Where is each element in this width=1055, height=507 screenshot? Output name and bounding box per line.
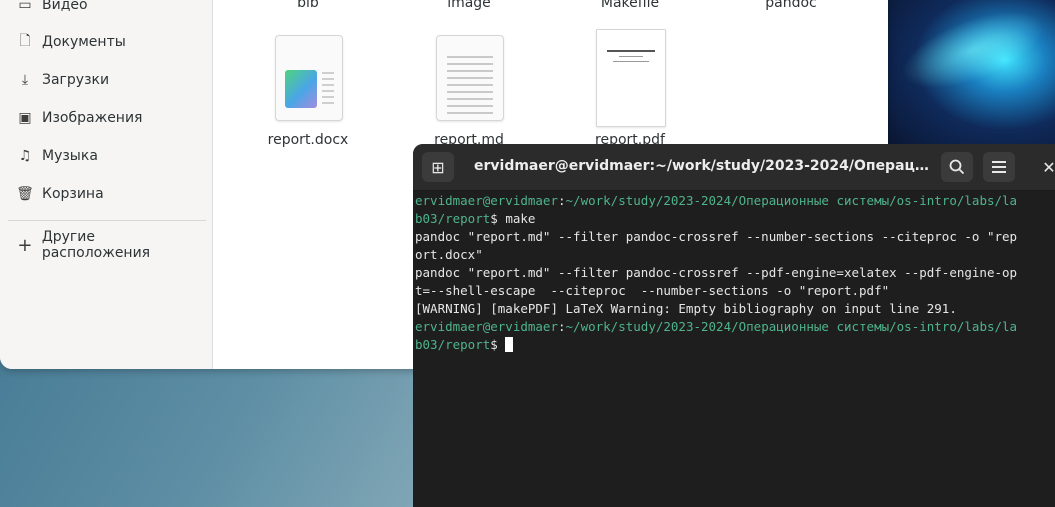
terminal-line: ervidmaer@ervidmaer:~/work/study/2023-20… — [415, 319, 1018, 334]
terminal-line: ort.docx" — [415, 247, 483, 262]
video-icon: ▭ — [18, 0, 32, 13]
terminal-line: t=--shell-escape --citeproc --number-sec… — [415, 283, 890, 298]
sidebar-item-label: Корзина — [42, 186, 104, 202]
terminal-line: b03/report$ — [415, 336, 1055, 354]
docx-image-preview — [285, 70, 317, 108]
sidebar-item-label: Видео — [42, 0, 88, 13]
trash-icon: 🗑 — [16, 186, 34, 202]
terminal-line: [WARNING] [makePDF] LaTeX Warning: Empty… — [415, 301, 957, 316]
sidebar-item-images[interactable]: ▣ Изображения — [16, 104, 206, 132]
music-icon: ♫ — [18, 148, 32, 164]
file-label-pandoc[interactable]: pandoc — [731, 0, 851, 11]
file-label-bib[interactable]: bib — [248, 0, 368, 11]
menu-button[interactable] — [983, 152, 1015, 182]
terminal-window[interactable]: ⊞ ervidmaer@ervidmaer:~/work/study/2023-… — [413, 144, 1055, 507]
sidebar-item-downloads[interactable]: ⤓ Загрузки — [16, 66, 206, 94]
sidebar-item-label: Другие расположения — [41, 229, 151, 261]
terminal-line: pandoc "report.md" --filter pandoc-cross… — [415, 229, 1018, 244]
search-button[interactable] — [941, 152, 973, 182]
image-icon: ▣ — [18, 110, 32, 126]
document-icon: 🗋 — [19, 33, 31, 49]
docx-file-icon[interactable] — [275, 35, 343, 121]
sidebar-item-other-locations[interactable]: + Другие расположения — [16, 229, 206, 261]
hamburger-menu-icon — [992, 161, 1006, 173]
close-icon: ✕ — [1042, 157, 1055, 177]
sidebar-item-music[interactable]: ♫ Музыка — [16, 142, 206, 170]
sidebar-item-documents[interactable]: 🗋 Документы — [16, 28, 206, 56]
sidebar-item-videos[interactable]: ▭ Видео — [16, 0, 206, 19]
new-tab-icon: ⊞ — [431, 157, 445, 177]
sidebar: ▭ Видео 🗋 Документы ⤓ Загрузки ▣ Изображ… — [0, 0, 213, 369]
search-icon — [949, 159, 965, 175]
terminal-output[interactable]: ervidmaer@ervidmaer:~/work/study/2023-20… — [415, 192, 1055, 354]
terminal-line: ervidmaer@ervidmaer:~/work/study/2023-20… — [415, 193, 1018, 208]
terminal-header: ⊞ ervidmaer@ervidmaer:~/work/study/2023-… — [413, 144, 1055, 191]
new-tab-button[interactable]: ⊞ — [422, 152, 454, 182]
plus-icon: + — [17, 234, 33, 256]
close-button[interactable]: ✕ — [1033, 152, 1055, 182]
download-icon: ⤓ — [21, 72, 29, 88]
file-label-image[interactable]: image — [409, 0, 529, 11]
terminal-title: ervidmaer@ervidmaer:~/work/study/2023-20… — [474, 158, 934, 174]
desktop-wallpaper — [888, 0, 1055, 150]
pdf-title-line — [607, 50, 655, 52]
pdf-author-line — [613, 61, 649, 62]
terminal-line: pandoc "report.md" --filter pandoc-cross… — [415, 265, 1018, 280]
pdf-file-icon[interactable] — [596, 29, 666, 127]
sidebar-item-label: Документы — [42, 34, 126, 50]
sidebar-item-label: Музыка — [42, 148, 98, 164]
terminal-line: b03/report$ make — [415, 211, 536, 226]
sidebar-item-label: Загрузки — [42, 72, 110, 88]
docx-lines — [322, 72, 334, 108]
sidebar-item-label: Изображения — [42, 110, 143, 126]
terminal-cursor — [505, 337, 514, 352]
file-label-makefile[interactable]: Makefile — [570, 0, 690, 11]
file-label-report-docx[interactable]: report.docx — [248, 132, 368, 148]
pdf-subtitle-line — [619, 56, 643, 57]
sidebar-divider — [8, 220, 206, 221]
text-file-icon[interactable] — [436, 35, 504, 121]
sidebar-item-trash[interactable]: 🗑 Корзина — [16, 180, 206, 208]
text-lines — [447, 56, 493, 119]
